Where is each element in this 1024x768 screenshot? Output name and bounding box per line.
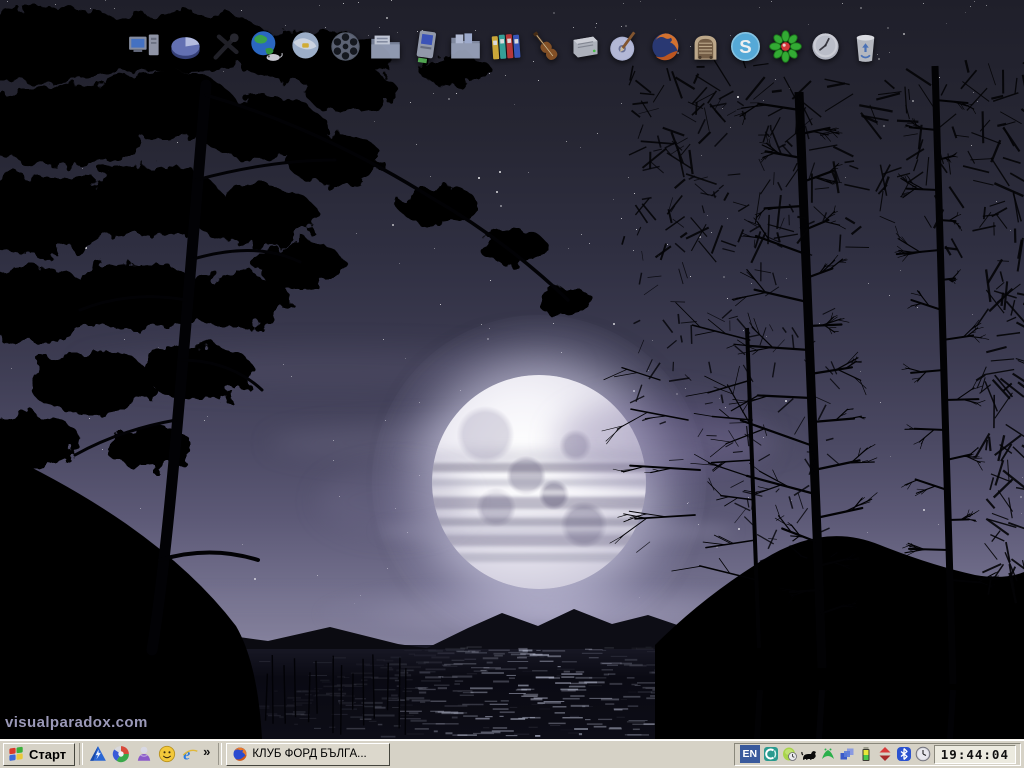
green-scheduler-icon[interactable] xyxy=(782,746,798,762)
recycle-bin-icon[interactable] xyxy=(848,22,883,64)
taskbar-divider xyxy=(79,743,83,765)
dock: S xyxy=(128,16,883,64)
window-button-firefox[interactable]: КЛУБ ФОРД БЪЛГА... xyxy=(226,743,390,766)
teal-monitor-icon[interactable] xyxy=(763,746,779,762)
film-reel-icon[interactable] xyxy=(328,22,363,64)
start-label: Старт xyxy=(29,747,66,762)
gray-clock-icon[interactable] xyxy=(915,746,931,762)
tray-icons xyxy=(763,746,931,762)
system-tray: EN 19:44:04 xyxy=(734,743,1021,766)
binders-icon[interactable] xyxy=(488,22,523,64)
start-button[interactable]: Старт xyxy=(3,743,75,766)
svg-text:S: S xyxy=(739,36,751,57)
violin-icon[interactable] xyxy=(528,22,563,64)
quick-launch: e xyxy=(87,745,201,763)
messenger-figure-icon[interactable] xyxy=(135,745,153,763)
lightning-pyramid-icon[interactable] xyxy=(89,745,107,763)
quicklaunch-overflow-chevron[interactable]: » xyxy=(203,744,210,759)
windows-logo-icon xyxy=(8,746,25,762)
computer-icon[interactable] xyxy=(128,22,163,64)
battery-icon[interactable] xyxy=(858,746,874,762)
documents-folder-icon[interactable] xyxy=(368,22,403,64)
vintage-radio-icon[interactable] xyxy=(688,22,723,64)
red-updown-icon[interactable] xyxy=(877,746,893,762)
firefox-planet-icon[interactable] xyxy=(648,22,683,64)
bluetooth-icon[interactable] xyxy=(896,746,912,762)
dark-tools-icon[interactable] xyxy=(208,22,243,64)
icq-flower-icon[interactable] xyxy=(768,22,803,64)
alarm-clock-icon[interactable] xyxy=(808,22,843,64)
cloud-globe-icon[interactable] xyxy=(288,22,323,64)
firefox-icon xyxy=(232,746,248,762)
desktop: visualparadox.com S Старт e » КЛУБ ФОРД … xyxy=(0,0,1024,768)
paint-cd-icon[interactable] xyxy=(608,22,643,64)
yellow-smiley-icon[interactable] xyxy=(158,745,176,763)
black-dog-icon[interactable] xyxy=(801,746,817,762)
handheld-scanner-icon[interactable] xyxy=(408,22,443,64)
internet-explorer-icon[interactable]: e xyxy=(181,745,199,763)
window-button-label: КЛУБ ФОРД БЪЛГА... xyxy=(252,748,366,760)
skype-icon[interactable]: S xyxy=(728,22,763,64)
color-disc-icon[interactable] xyxy=(112,745,130,763)
earth-globe-icon[interactable] xyxy=(248,22,283,64)
taskbar-clock[interactable]: 19:44:04 xyxy=(934,745,1016,764)
taskbar-divider xyxy=(218,743,222,765)
blue-network-icon[interactable] xyxy=(839,746,855,762)
wallpaper: visualparadox.com xyxy=(0,0,1024,739)
tree-silhouettes xyxy=(0,0,1024,739)
watermark: visualparadox.com xyxy=(5,714,148,731)
language-indicator[interactable]: EN xyxy=(740,745,760,763)
files-folder-icon[interactable] xyxy=(448,22,483,64)
taskbar: Старт e » КЛУБ ФОРД БЪЛГА... EN 19:44:04 xyxy=(0,739,1024,768)
pie-chart-icon[interactable] xyxy=(168,22,203,64)
external-drive-icon[interactable] xyxy=(568,22,603,64)
green-messenger-icon[interactable] xyxy=(820,746,836,762)
